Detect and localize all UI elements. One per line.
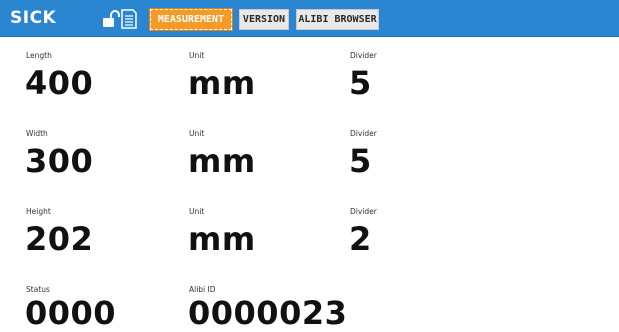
width-value: 300 <box>25 142 94 180</box>
length-divider-value: 5 <box>349 64 372 102</box>
length-divider-label: Divider <box>350 51 377 60</box>
width-divider-label: Divider <box>350 129 377 138</box>
alibi-id-label: Alibi ID <box>189 285 216 294</box>
height-divider-value: 2 <box>349 220 372 258</box>
width-label: Width <box>26 129 48 138</box>
status-label: Status <box>26 285 50 294</box>
height-value: 202 <box>25 220 94 258</box>
unlocked-padlock-icon[interactable] <box>102 10 120 28</box>
length-unit-label: Unit <box>189 51 205 60</box>
height-divider-label: Divider <box>350 207 377 216</box>
sd-card-icon[interactable] <box>121 9 137 29</box>
length-unit-value: mm <box>188 64 256 102</box>
length-label: Length <box>26 51 52 60</box>
status-value: 0000 <box>25 294 117 332</box>
width-divider-value: 5 <box>349 142 372 180</box>
height-unit-label: Unit <box>189 207 205 216</box>
width-unit-label: Unit <box>189 129 205 138</box>
height-unit-value: mm <box>188 220 256 258</box>
height-label: Height <box>26 207 51 216</box>
length-value: 400 <box>25 64 94 102</box>
tab-alibi-browser[interactable]: ALIBI BROWSER <box>296 9 379 30</box>
width-unit-value: mm <box>188 142 256 180</box>
top-bar: SICK MEASUREMENT VERSION ALIBI BROWSER <box>0 0 619 37</box>
alibi-id-value: 0000023 <box>188 294 348 332</box>
sick-logo: SICK <box>10 8 57 28</box>
tab-version[interactable]: VERSION <box>239 9 289 30</box>
tab-measurement[interactable]: MEASUREMENT <box>149 8 233 31</box>
